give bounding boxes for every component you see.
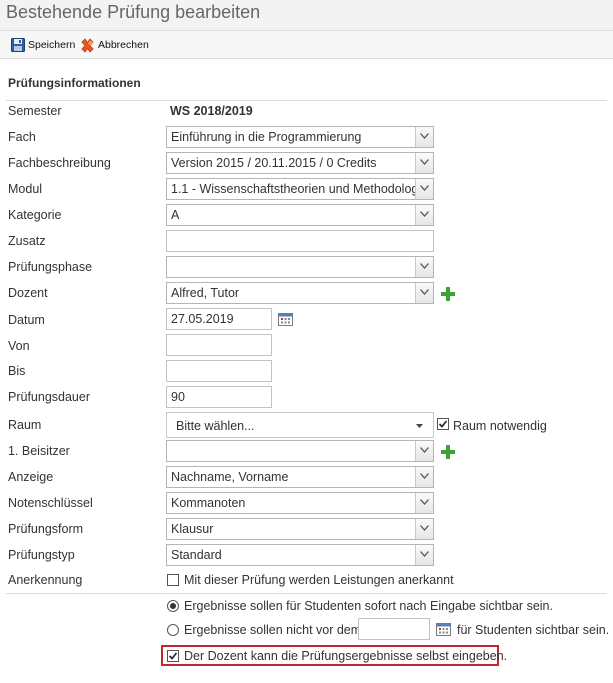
pruefungsform-label: Prüfungsform — [8, 522, 84, 536]
add-beisitzer-plus-icon[interactable] — [441, 445, 455, 459]
dozent-select[interactable]: Alfred, Tutor — [166, 282, 434, 304]
title-bar: Bestehende Prüfung bearbeiten — [0, 0, 613, 31]
dozent-select-value: Alfred, Tutor — [171, 286, 240, 300]
von-label: Von — [8, 339, 30, 353]
save-button-label: Speichern — [28, 39, 76, 51]
bottom-divider — [6, 593, 607, 594]
chevron-down-icon — [420, 159, 429, 165]
calendar-icon[interactable] — [278, 313, 293, 326]
sichtbar-datum-radio[interactable] — [167, 624, 179, 636]
sichtbar-sofort-radio[interactable] — [167, 600, 179, 612]
fachbeschreibung-label: Fachbeschreibung — [8, 156, 111, 170]
cancel-button[interactable]: Abbrechen — [80, 37, 149, 53]
chevron-down-icon — [420, 525, 429, 531]
chevron-down-icon — [420, 499, 429, 505]
raum-select-value: Bitte wählen... — [176, 419, 255, 433]
fach-select-value: Einführung in die Programmierung — [171, 130, 362, 144]
beisitzer-select[interactable] — [166, 440, 434, 462]
chevron-down-icon — [420, 185, 429, 191]
anerkennung-checkbox-label: Mit dieser Prüfung werden Leistungen ane… — [184, 573, 454, 587]
raum-notwendig-checkbox[interactable] — [437, 418, 449, 430]
fach-label: Fach — [8, 130, 36, 144]
sichtbar-datum-input[interactable] — [358, 618, 430, 640]
pruefungsform-select[interactable]: Klausur — [166, 518, 434, 540]
page-title: Bestehende Prüfung bearbeiten — [6, 2, 261, 22]
datum-input-value: 27.05.2019 — [171, 312, 234, 326]
semester-value: WS 2018/2019 — [170, 104, 253, 118]
pruefungsphase-label: Prüfungsphase — [8, 260, 93, 274]
section-divider — [6, 100, 607, 101]
chevron-down-icon — [420, 263, 429, 269]
zusatz-label: Zusatz — [8, 234, 46, 248]
chevron-down-icon — [420, 447, 429, 453]
von-input[interactable] — [166, 334, 272, 356]
checkmark-icon — [168, 652, 178, 660]
beisitzer-label: 1. Beisitzer — [8, 444, 70, 458]
pruefungsform-select-value: Klausur — [171, 522, 214, 536]
cancel-button-label: Abbrechen — [98, 39, 149, 51]
pruefungstyp-label: Prüfungstyp — [8, 548, 75, 562]
raum-label: Raum — [8, 418, 42, 432]
fachbeschreibung-select[interactable]: Version 2015 / 20.11.2015 / 0 Credits — [166, 152, 434, 174]
fach-select[interactable]: Einführung in die Programmierung — [166, 126, 434, 148]
raum-notwendig-label: Raum notwendig — [453, 419, 547, 433]
sichtbar-datum-suffix: für Studenten sichtbar sein. — [457, 623, 610, 637]
kategorie-select-value: A — [171, 208, 180, 222]
sichtbar-datum-prefix: Ergebnisse sollen nicht vor dem — [184, 623, 362, 637]
pruefungsdauer-label: Prüfungsdauer — [8, 390, 91, 404]
datum-input[interactable]: 27.05.2019 — [166, 308, 272, 330]
bis-label: Bis — [8, 364, 26, 378]
dozent-eingabe-label: Der Dozent kann die Prüfungsergebnisse s… — [184, 649, 508, 663]
floppy-disk-icon — [11, 38, 25, 52]
calendar-icon[interactable] — [436, 623, 451, 636]
anerkennung-checkbox[interactable] — [167, 574, 179, 586]
toolbar: Speichern Abbrechen — [0, 31, 613, 59]
pruefungsphase-select[interactable] — [166, 256, 434, 278]
bis-input[interactable] — [166, 360, 272, 382]
pruefungstyp-select-value: Standard — [171, 548, 222, 562]
anzeige-label: Anzeige — [8, 470, 54, 484]
notenschluessel-select-value: Kommanoten — [171, 496, 246, 510]
zusatz-input[interactable] — [166, 230, 434, 252]
chevron-down-icon — [420, 211, 429, 217]
chevron-down-icon — [420, 133, 429, 139]
cancel-icon — [81, 37, 94, 53]
anerkennung-label: Anerkennung — [8, 573, 83, 587]
anzeige-select[interactable]: Nachname, Vorname — [166, 466, 434, 488]
kategorie-select[interactable]: A — [166, 204, 434, 226]
fachbeschreibung-select-value: Version 2015 / 20.11.2015 / 0 Credits — [171, 156, 377, 170]
chevron-down-icon — [420, 551, 429, 557]
section-title: Prüfungsinformationen — [8, 76, 141, 90]
pruefungsdauer-input-value: 90 — [171, 390, 185, 404]
modul-select[interactable]: 1.1 - Wissenschaftstheorien und Methodol… — [166, 178, 434, 200]
pruefungsdauer-input[interactable]: 90 — [166, 386, 272, 408]
dozent-label: Dozent — [8, 286, 48, 300]
caret-down-icon — [416, 424, 423, 428]
chevron-down-icon — [420, 289, 429, 295]
notenschluessel-select[interactable]: Kommanoten — [166, 492, 434, 514]
anzeige-select-value: Nachname, Vorname — [171, 470, 289, 484]
notenschluessel-label: Notenschlüssel — [8, 496, 93, 510]
semester-label: Semester — [8, 104, 62, 118]
sichtbar-sofort-label: Ergebnisse sollen für Studenten sofort n… — [184, 599, 553, 613]
chevron-down-icon — [420, 473, 429, 479]
modul-select-value: 1.1 - Wissenschaftstheorien und Methodol… — [171, 182, 415, 196]
add-dozent-plus-icon[interactable] — [441, 287, 455, 301]
datum-label: Datum — [8, 313, 45, 327]
save-button[interactable]: Speichern — [11, 37, 75, 53]
checkmark-icon — [438, 420, 448, 428]
modul-label: Modul — [8, 182, 43, 196]
raum-select[interactable]: Bitte wählen... — [166, 412, 434, 438]
kategorie-label: Kategorie — [8, 208, 62, 222]
pruefungstyp-select[interactable]: Standard — [166, 544, 434, 566]
dozent-eingabe-checkbox[interactable] — [167, 650, 179, 662]
